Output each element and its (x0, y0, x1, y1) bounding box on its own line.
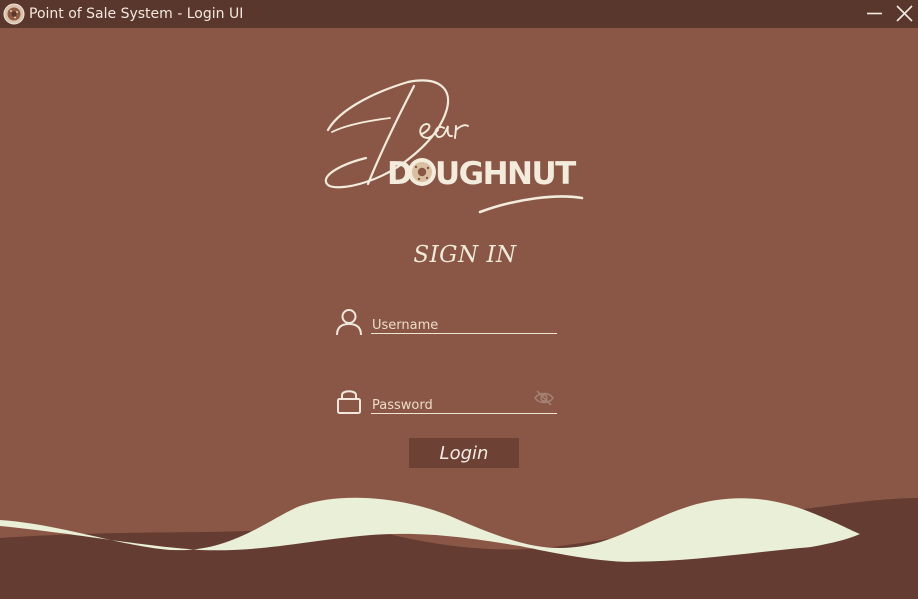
user-icon (336, 309, 362, 336)
logo-wordmark: D UGHNUT (387, 156, 578, 192)
login-button[interactable]: Login (409, 438, 519, 468)
title-bar: Point of Sale System - Login UI (0, 0, 918, 28)
doughnut-icon (3, 3, 25, 25)
eye-slash-icon[interactable] (534, 389, 554, 407)
username-input[interactable] (371, 311, 557, 333)
close-icon (896, 5, 913, 22)
lock-icon (337, 390, 361, 414)
dear-doughnut-logo (324, 79, 584, 214)
window-title: Point of Sale System - Login UI (29, 6, 244, 22)
username-field[interactable] (371, 311, 557, 334)
decorative-waves (0, 497, 918, 599)
svg-text:UGHNUT: UGHNUT (435, 156, 576, 192)
minimize-button[interactable] (864, 4, 886, 24)
close-button[interactable] (894, 4, 916, 24)
password-input[interactable] (371, 391, 531, 413)
svg-text:D: D (387, 156, 412, 192)
sign-in-heading: SIGN IN (413, 242, 517, 268)
password-field[interactable] (371, 391, 557, 414)
minimize-icon (867, 12, 882, 15)
